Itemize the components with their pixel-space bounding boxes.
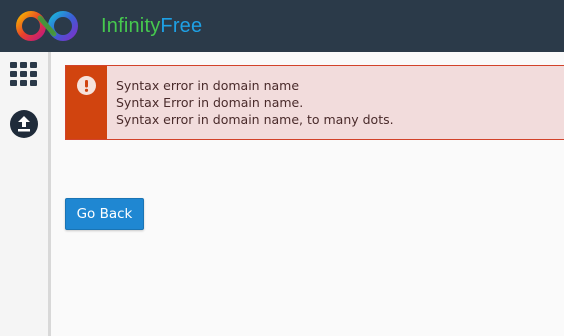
brand-name-part2: Free [160,15,203,37]
alert-message: Syntax Error in domain name. [116,95,304,110]
alert-message: Syntax error in domain name, to many dot… [116,112,394,127]
top-header: InfinityFree [0,0,564,52]
brand-name-part1: Infinity [101,15,161,37]
exclamation-icon [77,76,96,95]
alert-message: Syntax error in domain name [116,78,300,93]
go-back-button[interactable]: Go Back [65,198,144,230]
infinity-logo-icon[interactable] [13,9,81,43]
sidebar [0,52,51,336]
grid-icon[interactable] [10,62,38,86]
error-alert: Syntax error in domain name Syntax Error… [65,65,564,140]
brand-name[interactable]: InfinityFree [101,14,202,38]
alert-icon-panel [66,66,107,139]
alert-messages: Syntax error in domain name Syntax Error… [116,77,394,128]
upload-icon[interactable] [10,110,38,138]
